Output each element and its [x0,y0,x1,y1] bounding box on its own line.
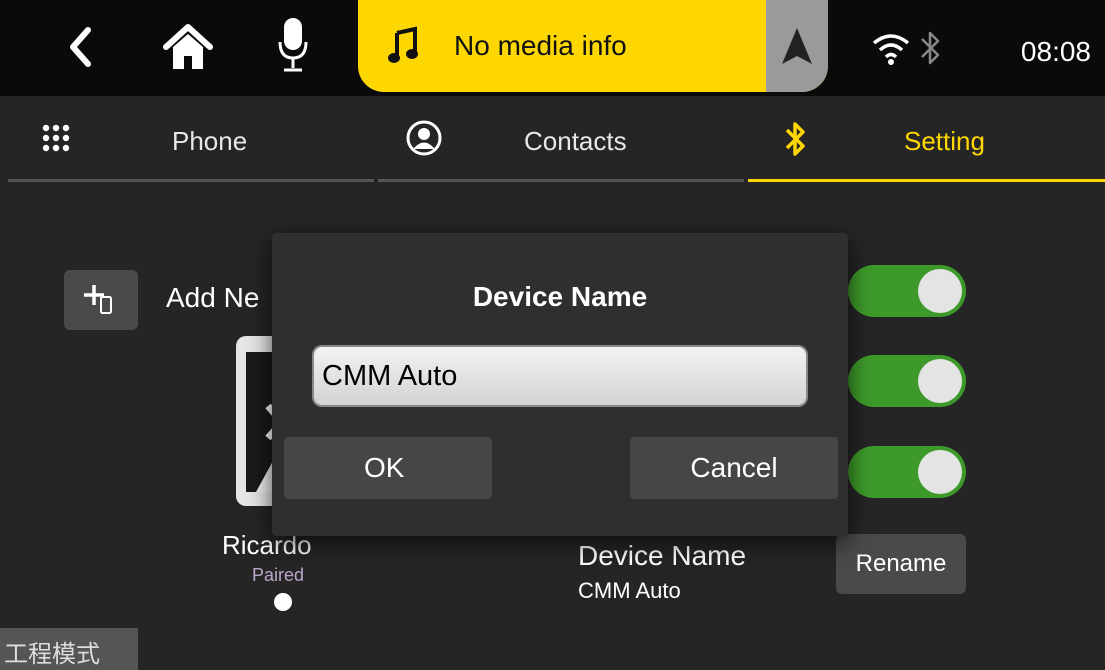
tab-contacts-underline [378,179,744,182]
bluetooth-icon [780,118,810,160]
toggle-2[interactable] [848,355,966,407]
tab-setting-label: Setting [904,126,985,156]
clock: 08:08 [1020,36,1091,67]
contact-icon [404,118,444,158]
tab-setting-underline [748,179,1105,182]
media-info-pill[interactable]: No media info [358,0,828,92]
add-new-device-button[interactable] [64,270,138,330]
bluetooth-icon [914,26,946,70]
device-status: Paired [252,565,305,585]
device-name-dialog: Device Name OK Cancel [272,233,848,536]
status-bar: No media info 08:08 [0,0,1105,96]
add-new-device-label: Add Ne [166,282,260,313]
music-note-icon [386,22,420,68]
tab-phone-underline [8,179,374,182]
device-name-input[interactable] [312,345,808,407]
rename-button[interactable]: Rename [836,534,966,594]
toggle-3[interactable] [848,446,966,498]
keypad-icon [38,120,74,156]
media-info-text: No media info [454,30,627,61]
tab-phone-label: Phone [172,126,248,156]
toggle-knob [918,269,962,313]
navigation-button[interactable] [766,0,828,92]
dialog-title: Device Name [472,281,648,312]
tab-contacts-label: Contacts [524,126,627,156]
microphone-icon[interactable] [276,14,310,76]
toggle-1[interactable] [848,265,966,317]
home-icon[interactable] [160,20,216,74]
device-name-title: Device Name [578,540,747,571]
tab-contacts[interactable]: Contacts [378,96,744,182]
toggle-knob [918,359,962,403]
tab-setting[interactable]: Setting [748,96,1105,182]
toggle-knob [918,450,962,494]
add-device-icon [84,285,112,314]
engineering-mode-button[interactable]: 工程模式 [0,628,138,670]
device-name-value: CMM Auto [578,578,681,603]
tab-bar: Phone Contacts Setting [0,96,1105,182]
back-chevron-icon[interactable] [60,22,100,72]
cancel-button[interactable]: Cancel [630,437,838,499]
wifi-icon [870,28,912,68]
tab-phone[interactable]: Phone [8,96,374,182]
ok-button[interactable]: OK [284,437,492,499]
connected-indicator [274,593,292,611]
navigation-arrow-icon [782,28,812,64]
